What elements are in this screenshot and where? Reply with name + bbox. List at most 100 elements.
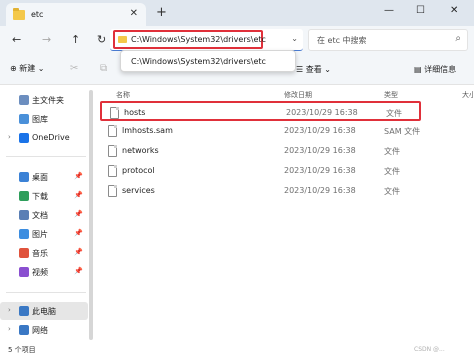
- file-modified-date: 2023/10/29 16:38: [286, 108, 358, 117]
- chevron-right-icon[interactable]: ›: [8, 306, 11, 314]
- file-type: 文件: [384, 187, 400, 196]
- chevron-right-icon[interactable]: ›: [8, 133, 11, 141]
- desktop-icon: [19, 172, 29, 182]
- sidebar-item-label: 图片: [32, 230, 48, 239]
- sidebar-item[interactable]: 桌面 📌: [0, 168, 88, 186]
- pin-icon: 📌: [74, 210, 83, 218]
- file-icon: [108, 165, 117, 177]
- pin-icon: 📌: [74, 229, 83, 237]
- file-type: 文件: [386, 109, 402, 118]
- address-bar[interactable]: C:\Windows\System32\drivers\etc ⌄: [110, 29, 303, 51]
- file-icon: [108, 185, 117, 197]
- address-suggestion-dropdown[interactable]: C:\Windows\System32\drivers\etc: [120, 50, 296, 72]
- sidebar-divider: [6, 156, 86, 157]
- file-icon: [110, 107, 119, 119]
- title-bar: etc ✕ + — ☐ ✕: [0, 0, 474, 26]
- sidebar-item[interactable]: 音乐 📌: [0, 244, 88, 262]
- column-header-name[interactable]: 名称: [116, 90, 130, 100]
- sidebar-item-label: 文档: [32, 211, 48, 220]
- file-icon: [108, 145, 117, 157]
- folder-icon: [13, 8, 25, 20]
- sidebar-item[interactable]: 文档 📌: [0, 206, 88, 224]
- pin-icon: 📌: [74, 172, 83, 180]
- pin-icon: 📌: [74, 267, 83, 275]
- home-icon: [19, 95, 29, 105]
- file-type: 文件: [384, 167, 400, 176]
- file-row[interactable]: hosts 2023/10/29 16:38 文件: [100, 101, 421, 121]
- search-icon[interactable]: ⌕: [455, 33, 461, 44]
- network-icon: [19, 325, 29, 335]
- sidebar-item-label: 桌面: [32, 173, 48, 182]
- file-type: SAM 文件: [384, 127, 421, 136]
- sidebar-item-label: 图库: [32, 115, 48, 124]
- onedrive-icon: [19, 133, 29, 143]
- sidebar-item[interactable]: › 此电脑: [0, 302, 88, 320]
- file-row[interactable]: protocol 2023/10/29 16:38 文件: [100, 161, 474, 181]
- minimize-icon[interactable]: —: [384, 5, 394, 16]
- file-name: services: [122, 186, 155, 195]
- chevron-right-icon[interactable]: ›: [8, 325, 11, 333]
- pin-icon: 📌: [74, 191, 83, 199]
- sidebar-item-label: 主文件夹: [32, 96, 64, 105]
- this-pc-icon: [19, 306, 29, 316]
- folder-icon: [118, 36, 127, 43]
- details-button[interactable]: ▤ 详细信息: [414, 64, 456, 75]
- search-input[interactable]: 在 etc 中搜索 ⌕: [308, 29, 468, 51]
- sidebar-item-label: 此电脑: [32, 307, 56, 316]
- pictures-icon: [19, 229, 29, 239]
- sidebar-item[interactable]: 图库: [0, 110, 88, 128]
- chevron-down-icon[interactable]: ⌄: [291, 34, 298, 43]
- file-type: 文件: [384, 147, 400, 156]
- column-header-type[interactable]: 类型: [384, 90, 398, 100]
- sidebar-item[interactable]: › OneDrive: [0, 129, 88, 147]
- column-header-date[interactable]: 修改日期: [284, 90, 312, 100]
- sidebar-scrollbar[interactable]: [89, 90, 93, 340]
- sidebar-divider: [6, 292, 86, 293]
- view-button[interactable]: ☰ 查看 ⌄: [296, 64, 331, 75]
- sidebar-item[interactable]: 图片 📌: [0, 225, 88, 243]
- address-suggestion-item[interactable]: C:\Windows\System32\drivers\etc: [131, 57, 266, 66]
- navigation-pane: 主文件夹 图库 › OneDrive 桌面 📌 下载 📌 文档 📌 图片 📌 音乐 📌 视频 📌 › 此电脑 › 网络: [0, 86, 90, 344]
- address-input[interactable]: C:\Windows\System32\drivers\etc: [131, 35, 266, 44]
- gallery-icon: [19, 114, 29, 124]
- sidebar-item[interactable]: 下载 📌: [0, 187, 88, 205]
- back-icon[interactable]: ←: [12, 33, 21, 46]
- tab-title: etc: [31, 10, 44, 19]
- file-row[interactable]: services 2023/10/29 16:38 文件: [100, 181, 474, 201]
- cut-icon[interactable]: ✂: [70, 63, 78, 74]
- sidebar-item-label: 音乐: [32, 249, 48, 258]
- sidebar-item-label: 网络: [32, 326, 48, 335]
- file-icon: [108, 125, 117, 137]
- file-row[interactable]: lmhosts.sam 2023/10/29 16:38 SAM 文件: [100, 121, 474, 141]
- status-bar: 5 个项目 CSDN @...: [0, 343, 474, 357]
- sidebar-item-label: 视频: [32, 268, 48, 277]
- file-modified-date: 2023/10/29 16:38: [284, 186, 356, 195]
- file-name: hosts: [124, 108, 146, 117]
- music-icon: [19, 248, 29, 258]
- documents-icon: [19, 210, 29, 220]
- new-button[interactable]: ⊕ 新建 ⌄: [10, 63, 45, 74]
- address-highlight[interactable]: C:\Windows\System32\drivers\etc: [113, 30, 266, 49]
- refresh-icon[interactable]: ↻: [97, 33, 106, 46]
- watermark: CSDN @...: [414, 346, 445, 353]
- sidebar-item[interactable]: › 网络: [0, 321, 88, 339]
- file-name: networks: [122, 146, 159, 155]
- up-icon[interactable]: ↑: [71, 33, 80, 46]
- sidebar-item[interactable]: 视频 📌: [0, 263, 88, 281]
- file-modified-date: 2023/10/29 16:38: [284, 146, 356, 155]
- tab-etc[interactable]: etc ✕: [6, 3, 146, 26]
- copy-icon[interactable]: ⧉: [100, 63, 107, 74]
- sidebar-item-label: OneDrive: [32, 133, 70, 142]
- file-modified-date: 2023/10/29 16:38: [284, 166, 356, 175]
- forward-icon[interactable]: →: [42, 33, 51, 46]
- close-tab-icon[interactable]: ✕: [130, 8, 138, 19]
- sidebar-item-label: 下载: [32, 192, 48, 201]
- search-placeholder: 在 etc 中搜索: [317, 36, 367, 45]
- sidebar-item[interactable]: 主文件夹: [0, 91, 88, 109]
- file-row[interactable]: networks 2023/10/29 16:38 文件: [100, 141, 474, 161]
- file-name: lmhosts.sam: [122, 126, 173, 135]
- close-window-icon[interactable]: ✕: [450, 5, 458, 16]
- column-header-size[interactable]: 大小: [462, 90, 474, 100]
- maximize-icon[interactable]: ☐: [416, 5, 425, 16]
- new-tab-icon[interactable]: +: [156, 5, 167, 20]
